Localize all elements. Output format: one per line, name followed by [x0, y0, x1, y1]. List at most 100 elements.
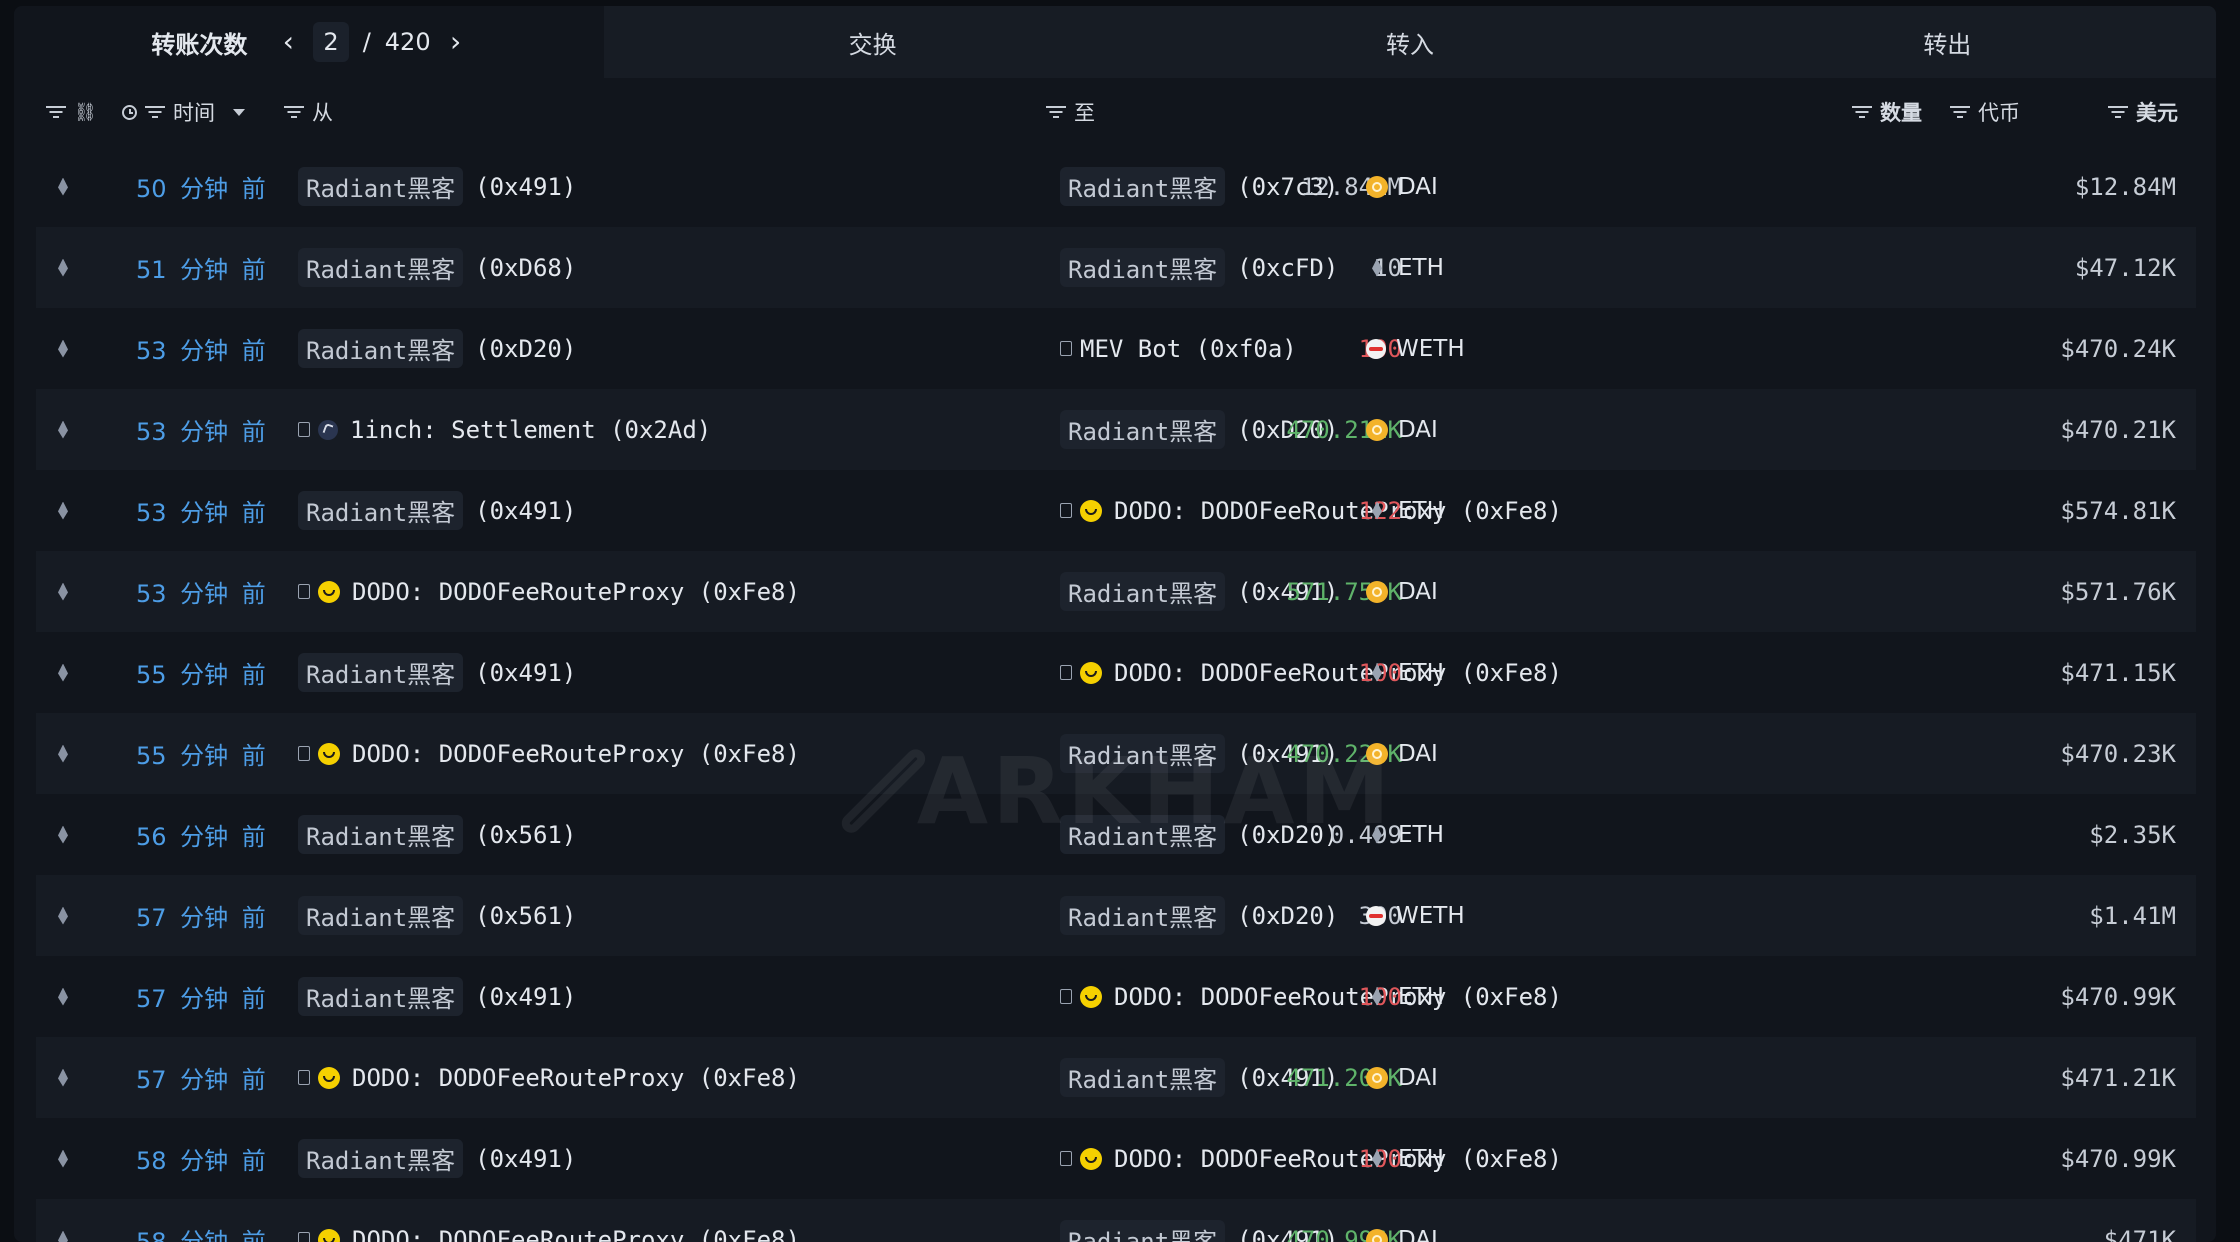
- entity-tag[interactable]: Radiant黑客: [298, 167, 464, 206]
- entity-tag[interactable]: Radiant黑客: [298, 1139, 464, 1178]
- table-row[interactable]: 53 分钟 前Radiant黑客(0xD20)MEV Bot (0xf0a)10…: [36, 308, 2196, 389]
- from-address-cell[interactable]: Radiant黑客 (0x561): [298, 875, 576, 956]
- entity-tag[interactable]: Radiant黑客: [1060, 1058, 1226, 1097]
- entity-tag[interactable]: Radiant黑客: [1060, 248, 1226, 287]
- table-row[interactable]: 56 分钟 前 Radiant黑客 (0x561) Radiant黑客 (0xD20) 0…: [36, 794, 2196, 875]
- amount-column-header[interactable]: 数量: [1852, 78, 1922, 146]
- entity-name[interactable]: DODO: DODOFeeRouteProxy (0xFe8): [352, 1226, 800, 1242]
- to-address-cell[interactable]: Radiant黑客 (0xcFD): [1060, 227, 1338, 308]
- from-address-cell[interactable]: Radiant黑客 (0x491): [298, 1118, 576, 1199]
- token-cell[interactable]: DAI: [1366, 146, 1438, 227]
- chain-filter[interactable]: ⛓: [46, 78, 97, 146]
- filter-icon[interactable]: [46, 105, 66, 119]
- to-address-cell[interactable]: DODO: DODOFeeRouteProxy (0xFe8): [1060, 632, 1562, 713]
- address-short[interactable]: (0xD20): [475, 335, 576, 363]
- entity-tag[interactable]: Radiant黑客: [1060, 734, 1226, 773]
- from-column-header[interactable]: 从: [284, 78, 333, 146]
- filter-icon[interactable]: [284, 105, 304, 119]
- entity-tag[interactable]: Radiant黑客: [1060, 410, 1226, 449]
- to-address-cell[interactable]: DODO: DODOFeeRouteProxy (0xFe8): [1060, 956, 1562, 1037]
- table-row[interactable]: 57 分钟 前 Radiant黑客 (0x491) DODO: DODOFeeRout…: [36, 956, 2196, 1037]
- token-cell[interactable]: DAI: [1366, 713, 1438, 794]
- time-link[interactable]: 55 分钟 前: [136, 713, 266, 794]
- time-link[interactable]: 53 分钟 前: [136, 389, 266, 470]
- time-link[interactable]: 56 分钟 前: [136, 794, 266, 875]
- table-row[interactable]: 55 分钟 前 DODO: DODOFeeRouteProxy (0xFe8) Ra…: [36, 713, 2196, 794]
- token-cell[interactable]: DAI: [1366, 551, 1438, 632]
- table-row[interactable]: 57 分钟 前 DODO: DODOFeeRouteProxy (0xFe8) Ra…: [36, 1037, 2196, 1118]
- time-link[interactable]: 50 分钟 前: [136, 146, 266, 227]
- token-column-header[interactable]: 代币: [1950, 78, 2020, 146]
- from-address-cell[interactable]: Radiant黑客 (0x491): [298, 470, 576, 551]
- table-row[interactable]: 58 分钟 前 DODO: DODOFeeRouteProxy (0xFe8) Ra…: [36, 1199, 2196, 1242]
- filter-icon[interactable]: [1852, 105, 1872, 119]
- from-address-cell[interactable]: Radiant黑客 (0x491): [298, 956, 576, 1037]
- entity-tag[interactable]: Radiant黑客: [1060, 815, 1226, 854]
- sort-caret-icon[interactable]: [233, 108, 245, 116]
- token-cell[interactable]: ETH: [1366, 956, 1444, 1037]
- clock-icon[interactable]: [122, 104, 137, 120]
- from-address-cell[interactable]: Radiant黑客 (0x491): [298, 146, 576, 227]
- address-short[interactable]: (0x561): [475, 902, 576, 930]
- entity-name[interactable]: DODO: DODOFeeRouteProxy (0xFe8): [1114, 983, 1562, 1011]
- token-cell[interactable]: ETH: [1366, 1118, 1444, 1199]
- entity-tag[interactable]: Radiant黑客: [298, 248, 464, 287]
- address-short[interactable]: (0x491): [475, 659, 576, 687]
- entity-name[interactable]: DODO: DODOFeeRouteProxy (0xFe8): [352, 1064, 800, 1092]
- tab-outflow[interactable]: 转出: [1678, 6, 2216, 78]
- token-cell[interactable]: WETH: [1366, 875, 1465, 956]
- prev-page-icon[interactable]: ‹: [277, 28, 299, 56]
- address-short[interactable]: (0xD20): [1237, 902, 1338, 930]
- entity-name[interactable]: 1inch: Settlement (0x2Ad): [350, 416, 711, 444]
- time-link[interactable]: 57 分钟 前: [136, 1037, 266, 1118]
- token-cell[interactable]: ETH: [1366, 632, 1444, 713]
- table-row[interactable]: 53 分钟 前 Radiant黑客 (0x491) DODO: DODOFeeRout…: [36, 470, 2196, 551]
- token-cell[interactable]: DAI: [1366, 389, 1438, 470]
- token-cell[interactable]: DAI: [1366, 1199, 1438, 1242]
- address-short[interactable]: (0xcFD): [1237, 254, 1338, 282]
- from-address-cell[interactable]: 1inch: Settlement (0x2Ad): [298, 389, 711, 470]
- table-row[interactable]: 50 分钟 前 Radiant黑客 (0x491) Radiant黑客 (0x7c3) 1…: [36, 146, 2196, 227]
- tab-inflow[interactable]: 转入: [1141, 6, 1679, 78]
- to-address-cell[interactable]: Radiant黑客 (0x7c3): [1060, 146, 1338, 227]
- entity-tag[interactable]: Radiant黑客: [1060, 896, 1226, 935]
- filter-icon[interactable]: [2108, 105, 2128, 119]
- entity-tag[interactable]: Radiant黑客: [298, 653, 464, 692]
- to-address-cell[interactable]: DODO: DODOFeeRouteProxy (0xFe8): [1060, 470, 1562, 551]
- table-row[interactable]: 58 分钟 前 Radiant黑客 (0x491) DODO: DODOFeeRout…: [36, 1118, 2196, 1199]
- entity-name[interactable]: DODO: DODOFeeRouteProxy (0xFe8): [352, 578, 800, 606]
- address-short[interactable]: (0x491): [475, 497, 576, 525]
- time-link[interactable]: 55 分钟 前: [136, 632, 266, 713]
- token-cell[interactable]: ETH: [1366, 794, 1444, 875]
- time-link[interactable]: 53 分钟 前: [136, 551, 266, 632]
- table-row[interactable]: 55 分钟 前 Radiant黑客 (0x491) DODO: DODOFeeRout…: [36, 632, 2196, 713]
- from-address-cell[interactable]: Radiant黑客 (0x491): [298, 632, 576, 713]
- entity-name[interactable]: DODO: DODOFeeRouteProxy (0xFe8): [1114, 1145, 1562, 1173]
- entity-tag[interactable]: Radiant黑客: [1060, 1220, 1226, 1242]
- address-short[interactable]: (0x491): [475, 173, 576, 201]
- entity-name[interactable]: DODO: DODOFeeRouteProxy (0xFe8): [1114, 497, 1562, 525]
- from-address-cell[interactable]: Radiant黑客 (0xD20): [298, 308, 576, 389]
- time-link[interactable]: 51 分钟 前: [136, 227, 266, 308]
- usd-column-header[interactable]: 美元: [2108, 78, 2178, 146]
- tab-transfers[interactable]: 转账次数 ‹ 2 / 420 ›: [14, 6, 604, 78]
- time-link[interactable]: 57 分钟 前: [136, 875, 266, 956]
- address-short[interactable]: (0x561): [475, 821, 576, 849]
- from-address-cell[interactable]: DODO: DODOFeeRouteProxy (0xFe8): [298, 713, 800, 794]
- entity-tag[interactable]: Radiant黑客: [298, 491, 464, 530]
- from-address-cell[interactable]: Radiant黑客 (0xD68): [298, 227, 576, 308]
- to-address-cell[interactable]: Radiant黑客 (0xD20): [1060, 794, 1338, 875]
- address-short[interactable]: (0x491): [475, 1145, 576, 1173]
- address-short[interactable]: (0xD20): [1237, 821, 1338, 849]
- to-address-cell[interactable]: DODO: DODOFeeRouteProxy (0xFe8): [1060, 1118, 1562, 1199]
- time-link[interactable]: 53 分钟 前: [136, 308, 266, 389]
- token-cell[interactable]: DAI: [1366, 1037, 1438, 1118]
- token-cell[interactable]: ETH: [1366, 227, 1444, 308]
- tab-swap[interactable]: 交换: [604, 6, 1142, 78]
- next-page-icon[interactable]: ›: [445, 28, 467, 56]
- page-number-input[interactable]: 2: [313, 22, 349, 62]
- time-link[interactable]: 53 分钟 前: [136, 470, 266, 551]
- from-address-cell[interactable]: DODO: DODOFeeRouteProxy (0xFe8): [298, 1037, 800, 1118]
- from-address-cell[interactable]: Radiant黑客 (0x561): [298, 794, 576, 875]
- time-link[interactable]: 58 分钟 前: [136, 1199, 266, 1242]
